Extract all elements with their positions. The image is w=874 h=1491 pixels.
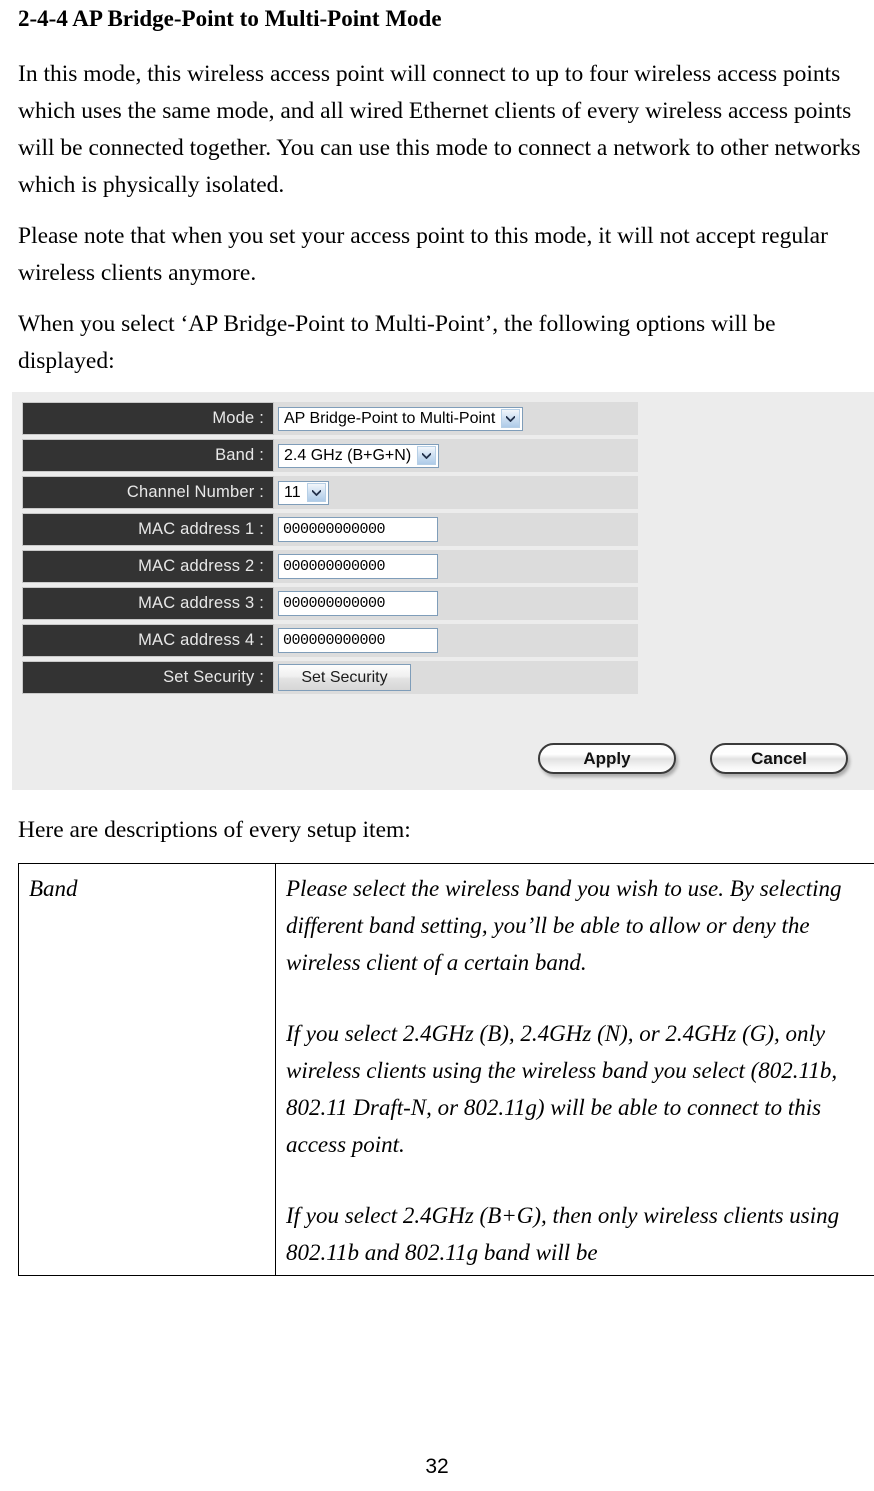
intro-paragraph-2: Please note that when you set your acces…: [18, 218, 862, 292]
label-mode: Mode :: [22, 402, 274, 435]
form-row-mac-address-3: MAC address 3 :: [22, 587, 874, 620]
value-mac-address-2: [274, 550, 638, 583]
label-channel-number: Channel Number :: [22, 476, 274, 509]
value-mode: AP Bridge-Point to Multi-Point: [274, 402, 638, 435]
spacer: [12, 204, 862, 218]
description-paragraph: Please select the wireless band you wish…: [286, 870, 867, 981]
band-select[interactable]: 2.4 GHz (B+G+N): [278, 444, 439, 468]
value-mac-address-1: [274, 513, 638, 546]
form-row-mac-address-4: MAC address 4 :: [22, 624, 874, 657]
mac-address-1-input[interactable]: [278, 517, 438, 542]
setup-items-intro: Here are descriptions of every setup ite…: [18, 812, 862, 849]
form-row-mac-address-1: MAC address 1 :: [22, 513, 874, 546]
value-channel-number: 11: [274, 476, 638, 509]
spacer: [12, 849, 862, 863]
page-title: 2-4-4 AP Bridge-Point to Multi-Point Mod…: [18, 4, 862, 34]
table-row: Band Please select the wireless band you…: [19, 864, 874, 1276]
router-config-figure: Mode : AP Bridge-Point to Multi-Point Ba…: [12, 392, 874, 790]
value-mac-address-4: [274, 624, 638, 657]
value-mac-address-3: [274, 587, 638, 620]
document-page: 2-4-4 AP Bridge-Point to Multi-Point Mod…: [0, 4, 874, 1491]
spacer: [12, 34, 862, 56]
spacer: [12, 790, 862, 812]
figure-action-buttons: Apply Cancel: [538, 743, 848, 774]
label-mac-address-3: MAC address 3 :: [22, 587, 274, 620]
mac-address-2-input[interactable]: [278, 554, 438, 579]
cancel-button[interactable]: Cancel: [710, 743, 848, 774]
chevron-down-icon: [501, 409, 520, 428]
chevron-down-icon: [307, 483, 326, 502]
form-row-mode: Mode : AP Bridge-Point to Multi-Point: [22, 402, 874, 435]
page-number: 32: [0, 1455, 874, 1479]
label-set-security: Set Security :: [22, 661, 274, 694]
setup-item-description-table: Band Please select the wireless band you…: [18, 863, 874, 1276]
form-row-mac-address-2: MAC address 2 :: [22, 550, 874, 583]
intro-paragraph-1: In this mode, this wireless access point…: [18, 56, 862, 204]
label-mac-address-1: MAC address 1 :: [22, 513, 274, 546]
mode-select[interactable]: AP Bridge-Point to Multi-Point: [278, 407, 523, 431]
intro-paragraph-3: When you select ‘AP Bridge-Point to Mult…: [18, 306, 862, 380]
label-mac-address-4: MAC address 4 :: [22, 624, 274, 657]
form-row-channel-number: Channel Number : 11: [22, 476, 874, 509]
value-band: 2.4 GHz (B+G+N): [274, 439, 638, 472]
mac-address-4-input[interactable]: [278, 628, 438, 653]
table-cell-term: Band: [19, 864, 276, 1276]
channel-number-select[interactable]: 11: [278, 481, 329, 505]
set-security-button[interactable]: Set Security: [278, 664, 411, 691]
apply-button[interactable]: Apply: [538, 743, 676, 774]
chevron-down-icon: [417, 446, 436, 465]
mac-address-3-input[interactable]: [278, 591, 438, 616]
form-row-band: Band : 2.4 GHz (B+G+N): [22, 439, 874, 472]
channel-number-select-value: 11: [284, 482, 307, 504]
spacer: [12, 292, 862, 306]
table-cell-description: Please select the wireless band you wish…: [276, 864, 874, 1276]
label-mac-address-2: MAC address 2 :: [22, 550, 274, 583]
label-band: Band :: [22, 439, 274, 472]
description-paragraph: If you select 2.4GHz (B+G), then only wi…: [286, 1197, 867, 1271]
band-select-value: 2.4 GHz (B+G+N): [284, 445, 417, 467]
form-row-set-security: Set Security : Set Security: [22, 661, 874, 694]
description-paragraph: If you select 2.4GHz (B), 2.4GHz (N), or…: [286, 1015, 867, 1163]
mode-select-value: AP Bridge-Point to Multi-Point: [284, 408, 501, 430]
value-set-security: Set Security: [274, 661, 638, 694]
